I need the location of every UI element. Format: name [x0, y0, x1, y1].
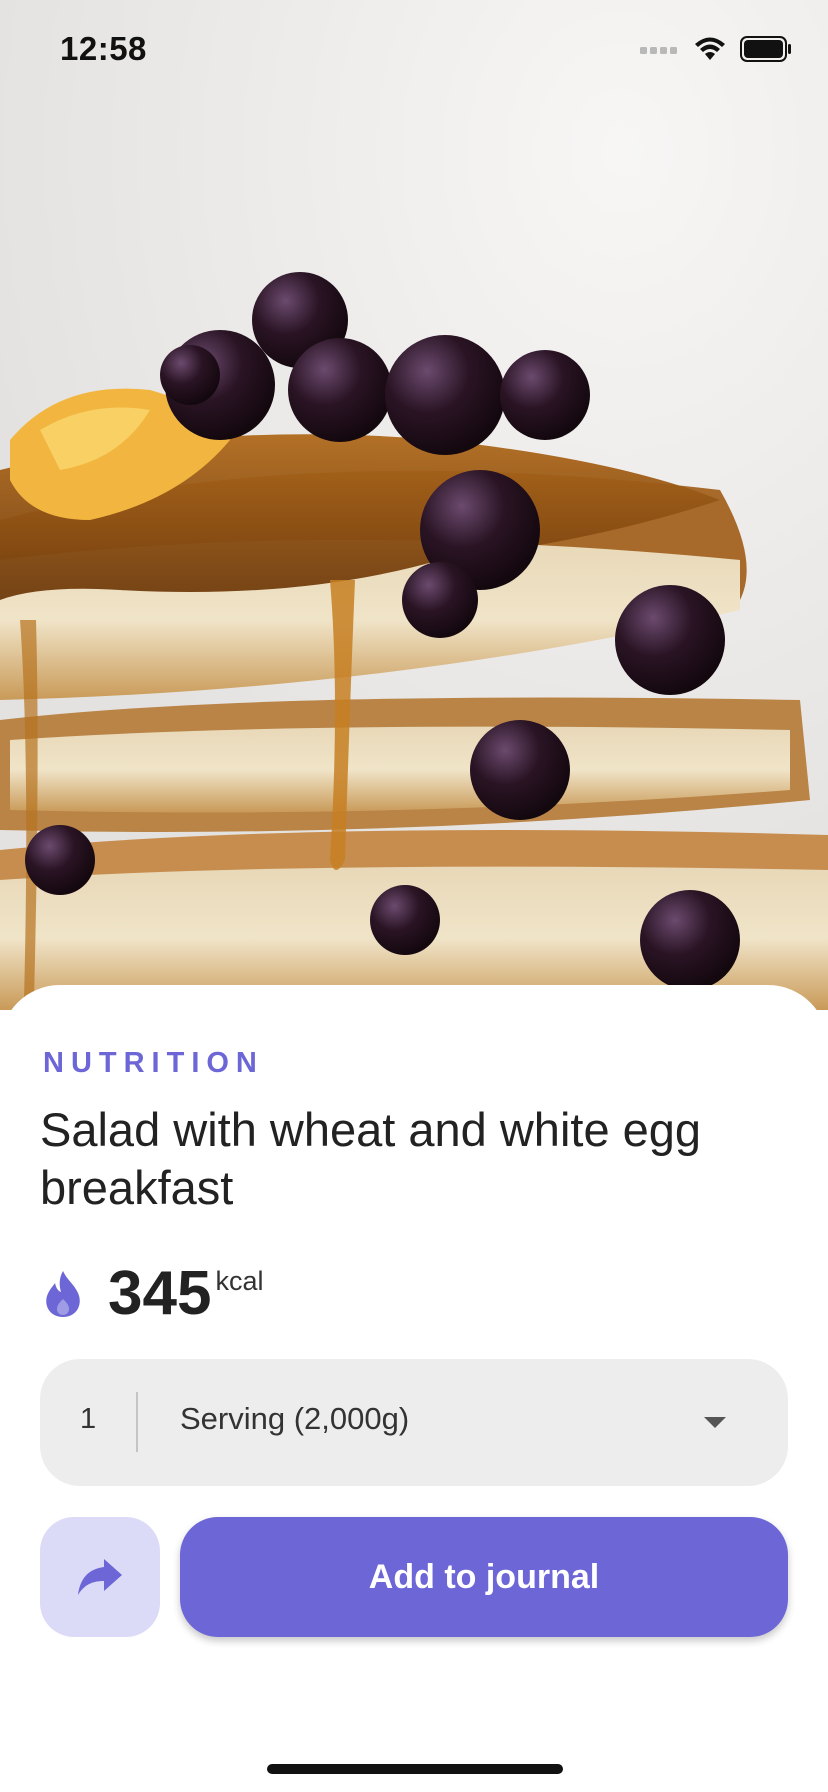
serving-quantity-input[interactable]: 1 — [80, 1403, 96, 1436]
home-indicator — [267, 1764, 563, 1774]
calorie-unit: kcal — [215, 1266, 264, 1296]
battery-icon — [740, 36, 791, 62]
serving-divider — [136, 1392, 138, 1452]
serving-selector[interactable]: 1 Serving (2,000g) — [40, 1359, 788, 1486]
food-photo — [0, 0, 828, 1010]
serving-unit-dropdown[interactable]: Serving (2,000g) — [180, 1401, 409, 1437]
flame-icon — [46, 1271, 80, 1317]
food-title: Salad with wheat and white egg breakfast — [40, 1103, 702, 1214]
status-time: 12:58 — [60, 30, 147, 67]
status-icons — [640, 36, 792, 62]
cellular-signal-icon — [640, 47, 677, 54]
section-eyebrow: NUTRITION — [43, 1047, 264, 1079]
wifi-icon — [695, 37, 725, 60]
nutrition-sheet: NUTRITION Salad with wheat and white egg… — [0, 985, 828, 1792]
chevron-down-icon[interactable] — [704, 1417, 726, 1428]
add-to-journal-button[interactable]: Add to journal — [180, 1517, 788, 1637]
status-bar: 12:58 — [0, 0, 828, 100]
calorie-value: 345 — [108, 1259, 212, 1328]
calories-row: 345 kcal — [44, 1255, 263, 1325]
share-button[interactable] — [40, 1517, 160, 1637]
share-icon — [78, 1559, 122, 1595]
